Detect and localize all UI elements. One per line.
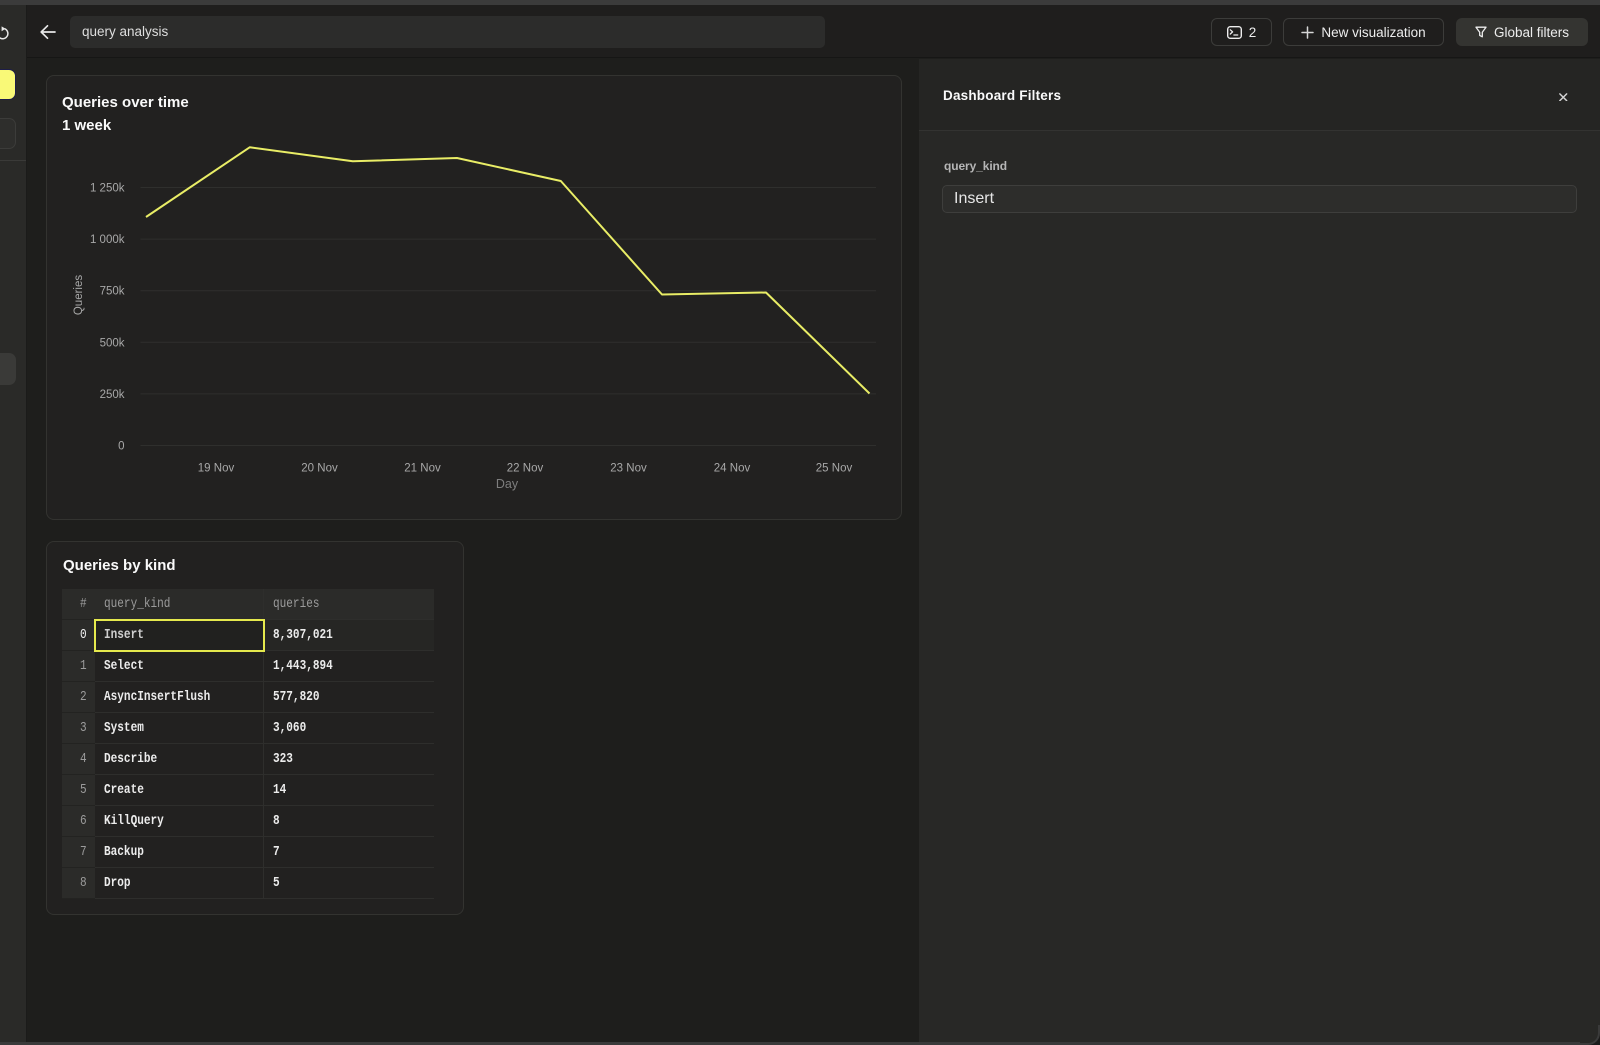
svg-text:Day: Day (496, 477, 519, 491)
svg-text:23 Nov: 23 Nov (610, 463, 647, 475)
svg-text:21 Nov: 21 Nov (404, 463, 441, 475)
svg-text:Queries: Queries (73, 275, 85, 316)
svg-text:0: 0 (118, 441, 124, 453)
svg-text:25 Nov: 25 Nov (816, 463, 853, 475)
svg-text:250k: 250k (100, 389, 125, 401)
svg-text:20 Nov: 20 Nov (301, 463, 338, 475)
svg-text:24 Nov: 24 Nov (714, 463, 751, 475)
svg-text:750k: 750k (100, 286, 125, 298)
svg-text:1 250k: 1 250k (90, 183, 125, 195)
svg-text:1 000k: 1 000k (90, 234, 125, 246)
svg-text:22 Nov: 22 Nov (507, 463, 544, 475)
svg-text:19 Nov: 19 Nov (198, 463, 235, 475)
svg-text:500k: 500k (100, 337, 125, 349)
